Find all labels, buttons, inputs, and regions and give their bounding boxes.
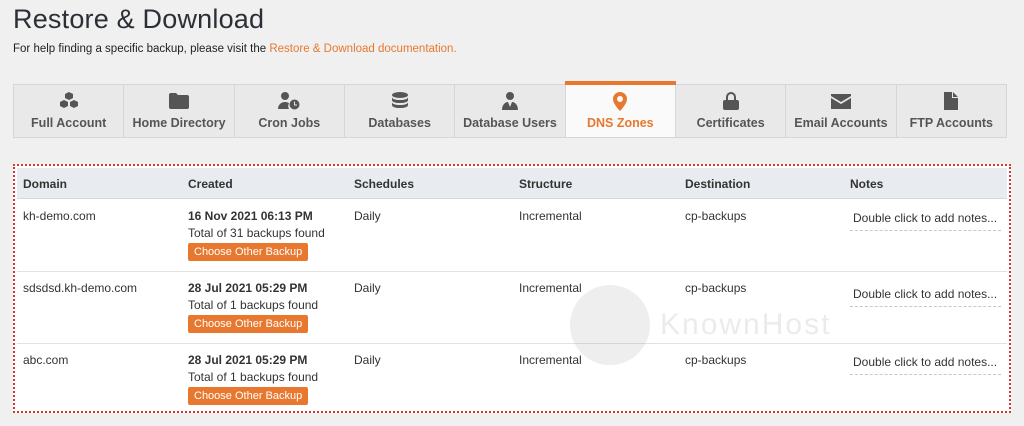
help-text: For help finding a specific backup, plea… <box>13 43 457 55</box>
schedule-cell: Daily <box>354 353 381 367</box>
envelope-icon <box>830 90 851 112</box>
created-cell: 28 Jul 2021 05:29 PM Total of 1 backups … <box>188 281 318 333</box>
header-structure: Structure <box>519 177 573 191</box>
tab-label: DNS Zones <box>586 116 654 130</box>
notes-field[interactable]: Double click to add notes... <box>850 352 1001 375</box>
user-tie-icon <box>501 90 518 112</box>
tab-databases[interactable]: Databases <box>344 85 456 137</box>
help-prefix: For help finding a specific backup, plea… <box>13 43 270 55</box>
schedule-cell: Daily <box>354 281 381 295</box>
file-icon <box>944 90 959 112</box>
lock-icon <box>722 90 739 112</box>
structure-cell: Incremental <box>519 209 582 223</box>
tab-label: FTP Accounts <box>909 116 993 130</box>
header-created: Created <box>188 177 233 191</box>
destination-cell: cp-backups <box>685 209 747 223</box>
table-row: sdsdsd.kh-demo.com 28 Jul 2021 05:29 PM … <box>17 272 1007 344</box>
table-row: abc.com 28 Jul 2021 05:29 PM Total of 1 … <box>17 344 1007 416</box>
user-clock-icon <box>278 90 300 112</box>
database-icon <box>391 90 408 112</box>
structure-cell: Incremental <box>519 353 582 367</box>
created-cell: 16 Nov 2021 06:13 PM Total of 31 backups… <box>188 209 325 261</box>
tab-email-accounts[interactable]: Email Accounts <box>786 85 897 137</box>
created-cell: 28 Jul 2021 05:29 PM Total of 1 backups … <box>188 353 318 405</box>
tab-label: Full Account <box>31 116 107 130</box>
tab-certificates[interactable]: Certificates <box>675 85 787 137</box>
header-schedules: Schedules <box>354 177 415 191</box>
backup-type-tabs: Full Account Home Directory Cron Jobs Da… <box>13 81 1007 138</box>
backup-count: Total of 31 backups found <box>188 226 325 240</box>
folder-icon <box>168 90 189 112</box>
backup-count: Total of 1 backups found <box>188 370 319 384</box>
choose-other-backup-button[interactable]: Choose Other Backup <box>188 315 309 333</box>
destination-cell: cp-backups <box>685 281 747 295</box>
backups-table: Domain Created Schedules Structure Desti… <box>13 164 1011 413</box>
tab-database-users[interactable]: Database Users <box>455 85 566 137</box>
created-date: 28 Jul 2021 05:29 PM <box>188 353 308 367</box>
table-row: kh-demo.com 16 Nov 2021 06:13 PM Total o… <box>17 200 1007 272</box>
created-date: 28 Jul 2021 05:29 PM <box>188 281 308 295</box>
domain-cell: abc.com <box>23 353 69 367</box>
created-date: 16 Nov 2021 06:13 PM <box>188 209 313 223</box>
header-domain: Domain <box>23 177 68 191</box>
choose-other-backup-button[interactable]: Choose Other Backup <box>188 243 309 261</box>
header-destination: Destination <box>685 177 751 191</box>
tab-label: Email Accounts <box>794 116 888 130</box>
domain-cell: sdsdsd.kh-demo.com <box>23 281 138 295</box>
header-notes: Notes <box>850 177 884 191</box>
tab-cron-jobs[interactable]: Cron Jobs <box>234 85 345 137</box>
tab-label: Home Directory <box>132 116 226 130</box>
domain-cell: kh-demo.com <box>23 209 96 223</box>
destination-cell: cp-backups <box>685 353 747 367</box>
table-header: Domain Created Schedules Structure Desti… <box>17 168 1007 199</box>
tab-ftp-accounts[interactable]: FTP Accounts <box>896 85 1006 137</box>
backup-count: Total of 1 backups found <box>188 298 319 312</box>
choose-other-backup-button[interactable]: Choose Other Backup <box>188 387 309 405</box>
structure-cell: Incremental <box>519 281 582 295</box>
tab-label: Database Users <box>463 116 557 130</box>
schedule-cell: Daily <box>354 209 381 223</box>
map-marker-icon <box>613 90 628 112</box>
tab-label: Cron Jobs <box>258 116 321 130</box>
tab-full-account[interactable]: Full Account <box>14 85 125 137</box>
tab-home-directory[interactable]: Home Directory <box>124 85 235 137</box>
page-title: Restore & Download <box>13 4 265 34</box>
tab-dns-zones[interactable]: DNS Zones <box>564 81 677 137</box>
tab-label: Certificates <box>696 116 765 130</box>
tab-label: Databases <box>368 116 431 130</box>
documentation-link[interactable]: Restore & Download documentation. <box>269 43 456 55</box>
notes-field[interactable]: Double click to add notes... <box>850 284 1001 307</box>
cubes-icon <box>59 90 79 112</box>
notes-field[interactable]: Double click to add notes... <box>850 208 1001 231</box>
